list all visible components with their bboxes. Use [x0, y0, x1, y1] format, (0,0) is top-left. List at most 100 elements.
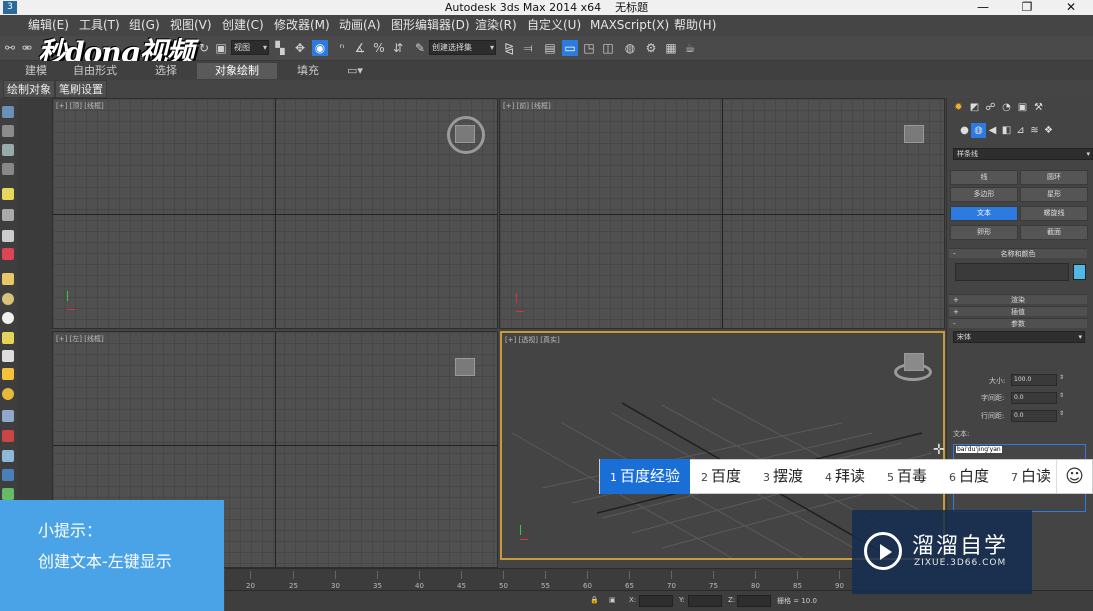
systems-icon[interactable]: ❖ — [1041, 123, 1056, 138]
create-tab-icon[interactable]: ✹ — [951, 100, 966, 115]
material-editor-icon[interactable]: ◍ — [622, 40, 638, 56]
utilities-tab-icon[interactable]: ⚒ — [1031, 100, 1046, 115]
tool-icon[interactable] — [2, 332, 14, 344]
size-spinner[interactable]: ⇕ — [1059, 374, 1064, 381]
viewport-label[interactable]: [+] [前] [线框] — [503, 101, 551, 111]
leading-field[interactable]: 0.0 — [1011, 410, 1057, 422]
angle-snap-icon[interactable]: ∡ — [352, 40, 368, 56]
donut-button[interactable]: 圆环 — [1020, 170, 1088, 185]
tool-icon[interactable] — [2, 273, 14, 285]
tool-icon[interactable] — [2, 125, 14, 137]
rollout-interpolation[interactable]: + 插值 — [949, 306, 1087, 316]
geometry-icon[interactable]: ● — [957, 123, 972, 138]
tool-icon[interactable] — [2, 450, 14, 462]
subtab-brush-settings[interactable]: 笔刷设置 — [55, 80, 107, 98]
section-button[interactable]: 截面 — [1020, 225, 1088, 240]
menu-customize[interactable]: 自定义(U) — [527, 15, 581, 36]
rendered-frame-icon[interactable]: ▦ — [663, 40, 679, 56]
menu-help[interactable]: 帮助(H) — [674, 15, 716, 36]
snap-3d-icon[interactable]: ⁿ — [334, 40, 350, 56]
layer-manager-icon[interactable]: ▤ — [542, 40, 558, 56]
helix-button[interactable]: 螺旋线 — [1020, 206, 1088, 221]
tool-icon[interactable] — [2, 388, 14, 400]
y-coord-field[interactable] — [688, 595, 722, 607]
motion-tab-icon[interactable]: ◔ — [999, 100, 1014, 115]
cameras-icon[interactable]: ◧ — [999, 123, 1014, 138]
object-color-swatch[interactable] — [1073, 264, 1086, 280]
mirror-icon[interactable]: ⧎ — [501, 40, 517, 56]
tool-icon[interactable] — [2, 230, 14, 242]
align-icon[interactable]: ⫤ — [520, 40, 536, 56]
tool-icon[interactable] — [2, 469, 14, 481]
font-select[interactable]: 宋体 ▾ — [953, 331, 1085, 343]
rollout-rendering[interactable]: + 渲染 — [949, 294, 1087, 304]
viewport-front[interactable]: [+] [前] [线框] — [499, 98, 945, 329]
tool-icon[interactable] — [2, 209, 14, 221]
hierarchy-tab-icon[interactable]: ☍ — [983, 100, 998, 115]
absolute-mode-icon[interactable]: ▣ — [609, 596, 616, 604]
viewcube[interactable] — [455, 358, 475, 376]
menu-create[interactable]: 创建(C) — [222, 15, 264, 36]
viewcube[interactable] — [455, 125, 475, 143]
helpers-icon[interactable]: ⊿ — [1013, 123, 1028, 138]
tool-icon[interactable] — [2, 163, 14, 175]
viewcube[interactable] — [904, 125, 924, 143]
tab-freeform[interactable]: 自由形式 — [70, 63, 120, 79]
named-selection-select[interactable]: 创建选择集 ▾ — [429, 40, 496, 55]
unlink-icon[interactable]: ⚮ — [19, 40, 35, 56]
tool-icon[interactable] — [2, 312, 14, 324]
timeline[interactable]: 20 25 30 35 40 45 50 55 60 65 70 75 80 8… — [225, 568, 853, 590]
tool-icon[interactable] — [2, 350, 14, 362]
rollout-parameters[interactable]: - 参数 — [949, 318, 1087, 328]
tool-icon[interactable] — [2, 410, 14, 422]
menu-rendering[interactable]: 渲染(R) — [475, 15, 517, 36]
subtab-paint-objects[interactable]: 绘制对象 — [3, 80, 55, 98]
lights-icon[interactable]: ◀ — [985, 123, 1000, 138]
z-coord-field[interactable] — [737, 595, 771, 607]
ime-candidate-6[interactable]: 6 白度 — [938, 459, 1000, 494]
reference-coord-select[interactable]: 视图 ▾ — [231, 40, 269, 55]
menu-graph-editors[interactable]: 图形编辑器(D) — [391, 15, 470, 36]
leading-spinner[interactable]: ⇕ — [1059, 410, 1064, 417]
link-icon[interactable]: ⚯ — [2, 40, 18, 56]
ime-candidate-5[interactable]: 5 百毒 — [876, 459, 938, 494]
ribbon-toggle-icon[interactable]: ▭ — [562, 40, 578, 56]
egg-button[interactable]: 卵形 — [950, 225, 1018, 240]
viewport-label[interactable]: [+] [顶] [线框] — [56, 101, 104, 111]
viewport-top[interactable]: [+] [顶] [线框] — [52, 98, 498, 329]
x-coord-field[interactable] — [639, 595, 673, 607]
select-object-icon[interactable]: ◉ — [312, 40, 328, 56]
select-region-icon[interactable]: ▣ — [213, 40, 229, 56]
kerning-field[interactable]: 0.0 — [1011, 392, 1057, 404]
tab-object-paint[interactable]: 对象绘制 — [197, 63, 277, 79]
viewport-label[interactable]: [+] [左] [线框] — [56, 334, 104, 344]
edit-named-sets-icon[interactable]: ✎ — [412, 40, 428, 56]
render-production-icon[interactable]: ☕ — [682, 40, 698, 56]
viewport-label[interactable]: [+] [透视] [真实] — [505, 335, 560, 345]
spacewarps-icon[interactable]: ≋ — [1027, 123, 1042, 138]
ime-candidate-7[interactable]: 7 白读 — [1000, 459, 1062, 494]
tool-icon[interactable] — [2, 488, 14, 500]
tool-icon[interactable] — [2, 188, 14, 200]
kerning-spinner[interactable]: ⇕ — [1059, 392, 1064, 399]
menu-animation[interactable]: 动画(A) — [339, 15, 381, 36]
render-setup-icon[interactable]: ⚙ — [643, 40, 659, 56]
schematic-view-icon[interactable]: ◫ — [600, 40, 616, 56]
ngon-button[interactable]: 多边形 — [950, 187, 1018, 202]
minimize-button[interactable]: — — [961, 0, 1005, 15]
ime-candidate-3[interactable]: 3 摆渡 — [752, 459, 814, 494]
ime-candidate-4[interactable]: 4 拜读 — [814, 459, 876, 494]
tool-icon[interactable] — [2, 368, 14, 380]
close-button[interactable]: ✕ — [1049, 0, 1093, 15]
move-icon[interactable]: ✥ — [292, 40, 308, 56]
curve-editor-icon[interactable]: ◳ — [581, 40, 597, 56]
tool-icon[interactable] — [2, 293, 14, 305]
maximize-button[interactable]: ❐ — [1005, 0, 1049, 15]
shapes-icon[interactable]: ◍ — [971, 123, 986, 138]
text-button[interactable]: 文本 — [950, 206, 1018, 221]
shape-category-select[interactable]: 样条线 ▾ — [953, 148, 1093, 160]
tool-icon[interactable] — [2, 144, 14, 156]
menu-maxscript[interactable]: MAXScript(X) — [590, 15, 669, 36]
ime-candidate-1[interactable]: 1 百度经验 — [600, 459, 690, 494]
tool-icon[interactable] — [2, 106, 14, 118]
